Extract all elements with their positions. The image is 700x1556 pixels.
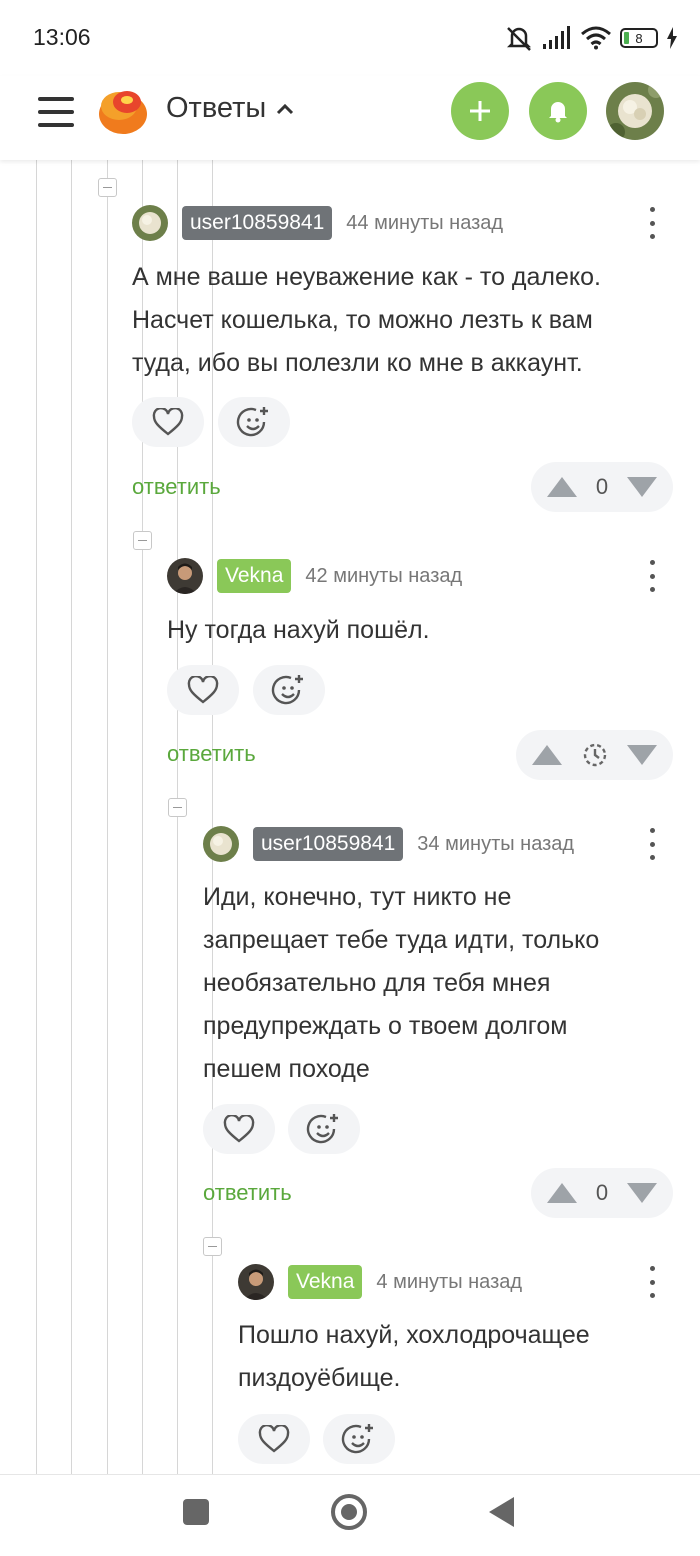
bell-icon	[549, 102, 567, 123]
add-reaction-button[interactable]	[288, 1104, 360, 1154]
app-header: Ответы	[0, 76, 700, 160]
collapse-button[interactable]	[98, 178, 117, 197]
comments-thread: user10859841 44 минуты назад А мне ваше …	[0, 160, 700, 1474]
username-badge[interactable]: user10859841	[182, 206, 333, 240]
collapse-button[interactable]	[168, 798, 187, 817]
comment-meta: Vekna 4 минуты назад	[238, 1264, 522, 1300]
like-button[interactable]	[132, 397, 204, 447]
kebab-icon[interactable]	[648, 207, 656, 239]
kebab-icon[interactable]	[648, 828, 656, 860]
status-bar: 13:06 8	[0, 0, 700, 76]
comment-line: Иди, конечно, тут никто не	[203, 883, 512, 911]
add-button[interactable]	[451, 82, 509, 140]
thread-line	[107, 160, 108, 1474]
comment-time[interactable]: 34 минуты назад	[417, 833, 574, 856]
home-button[interactable]	[331, 1494, 367, 1530]
vote-score: 0	[595, 1180, 609, 1205]
recents-button[interactable]	[183, 1499, 209, 1525]
back-button[interactable]	[489, 1497, 514, 1527]
status-icons: 8	[504, 22, 678, 54]
username-badge[interactable]: user10859841	[253, 827, 404, 861]
plus-icon	[470, 101, 490, 121]
comment-text: Ну тогда нахуй пошёл.	[167, 609, 430, 652]
vote-down-icon[interactable]	[627, 745, 657, 765]
collapse-button[interactable]	[203, 1237, 222, 1256]
wifi-icon	[581, 26, 611, 50]
like-button[interactable]	[167, 665, 239, 715]
vote-control	[516, 730, 673, 780]
add-reaction-button[interactable]	[253, 665, 325, 715]
emoji-add-icon	[271, 675, 303, 705]
emoji-add-icon	[306, 1114, 338, 1144]
comment-meta: user10859841 34 минуты назад	[203, 826, 574, 862]
chevron-up-icon	[277, 103, 294, 114]
comment-line: запрещает тебе туда идти, только	[203, 926, 600, 954]
comment-line: Насчет кошелька, то можно лезть к вам	[132, 306, 593, 334]
avatar[interactable]	[203, 826, 239, 862]
charging-icon	[667, 27, 677, 49]
comment-text: Иди, конечно, тут никто не запрещает теб…	[203, 876, 599, 1091]
comment-line: пиздоуёбище.	[238, 1364, 401, 1392]
username-badge[interactable]: Vekna	[217, 559, 292, 593]
profile-avatar[interactable]	[606, 82, 664, 140]
comment-line: А мне ваше неуважение как - то далеко.	[132, 263, 601, 291]
reply-link[interactable]: ответить	[132, 474, 221, 500]
timer-icon	[583, 743, 606, 767]
header-title-text: Ответы	[166, 92, 267, 124]
like-button[interactable]	[238, 1414, 310, 1464]
avatar[interactable]	[238, 1264, 274, 1300]
vote-control: 0	[531, 1168, 673, 1218]
comment-meta: Vekna 42 минуты назад	[167, 558, 462, 594]
add-reaction-button[interactable]	[323, 1414, 395, 1464]
avatar[interactable]	[132, 205, 168, 241]
comment-text: Пошло нахуй, хохлодрочащее пиздоуёбище.	[238, 1314, 590, 1400]
vote-down-icon[interactable]	[627, 477, 657, 497]
comment-line: пешем походе	[203, 1055, 370, 1083]
battery-level: 8	[635, 30, 643, 46]
vote-score: 0	[595, 474, 609, 499]
status-time: 13:06	[33, 24, 91, 50]
like-button[interactable]	[203, 1104, 275, 1154]
comment-line: Ну тогда нахуй пошёл.	[167, 616, 430, 644]
heart-icon	[258, 1425, 290, 1453]
signal-icon	[543, 26, 570, 49]
vote-control: 0	[531, 462, 673, 512]
comment-time[interactable]: 44 минуты назад	[346, 212, 503, 235]
vote-up-icon[interactable]	[547, 477, 577, 497]
add-reaction-button[interactable]	[218, 397, 290, 447]
vote-up-icon[interactable]	[532, 745, 562, 765]
comment-text: А мне ваше неуважение как - то далеко. Н…	[132, 256, 601, 385]
reply-link[interactable]: ответить	[203, 1180, 292, 1206]
heart-icon	[223, 1115, 255, 1143]
comment-line: туда, ибо вы полезли ко мне в аккаунт.	[132, 349, 583, 377]
vote-down-icon[interactable]	[627, 1183, 657, 1203]
header-title[interactable]: Ответы	[166, 92, 294, 125]
comment-time[interactable]: 42 минуты назад	[305, 565, 462, 588]
reply-link[interactable]: ответить	[167, 741, 256, 767]
heart-icon	[187, 676, 219, 704]
thread-line	[36, 160, 37, 1474]
kebab-icon[interactable]	[648, 1266, 656, 1298]
comment-line: необязательно для тебя мнея	[203, 969, 551, 997]
vote-up-icon[interactable]	[547, 1183, 577, 1203]
logo-icon[interactable]	[97, 86, 149, 136]
avatar[interactable]	[167, 558, 203, 594]
emoji-add-icon	[341, 1424, 373, 1454]
comment-line: Пошло нахуй, хохлодрочащее	[238, 1321, 590, 1349]
system-nav-bar	[0, 1474, 700, 1556]
battery-icon: 8	[620, 28, 658, 48]
menu-icon[interactable]	[38, 94, 74, 130]
comment-meta: user10859841 44 минуты назад	[132, 205, 503, 241]
collapse-button[interactable]	[133, 531, 152, 550]
heart-icon	[152, 408, 184, 436]
comment-line: предупреждать о твоем долгом	[203, 1012, 568, 1040]
mute-vibrate-icon	[506, 27, 532, 51]
kebab-icon[interactable]	[648, 560, 656, 592]
comment-time[interactable]: 4 минуты назад	[376, 1271, 522, 1294]
thread-line	[71, 160, 72, 1474]
emoji-add-icon	[236, 407, 268, 437]
notifications-button[interactable]	[529, 82, 587, 140]
username-badge[interactable]: Vekna	[288, 1265, 363, 1299]
